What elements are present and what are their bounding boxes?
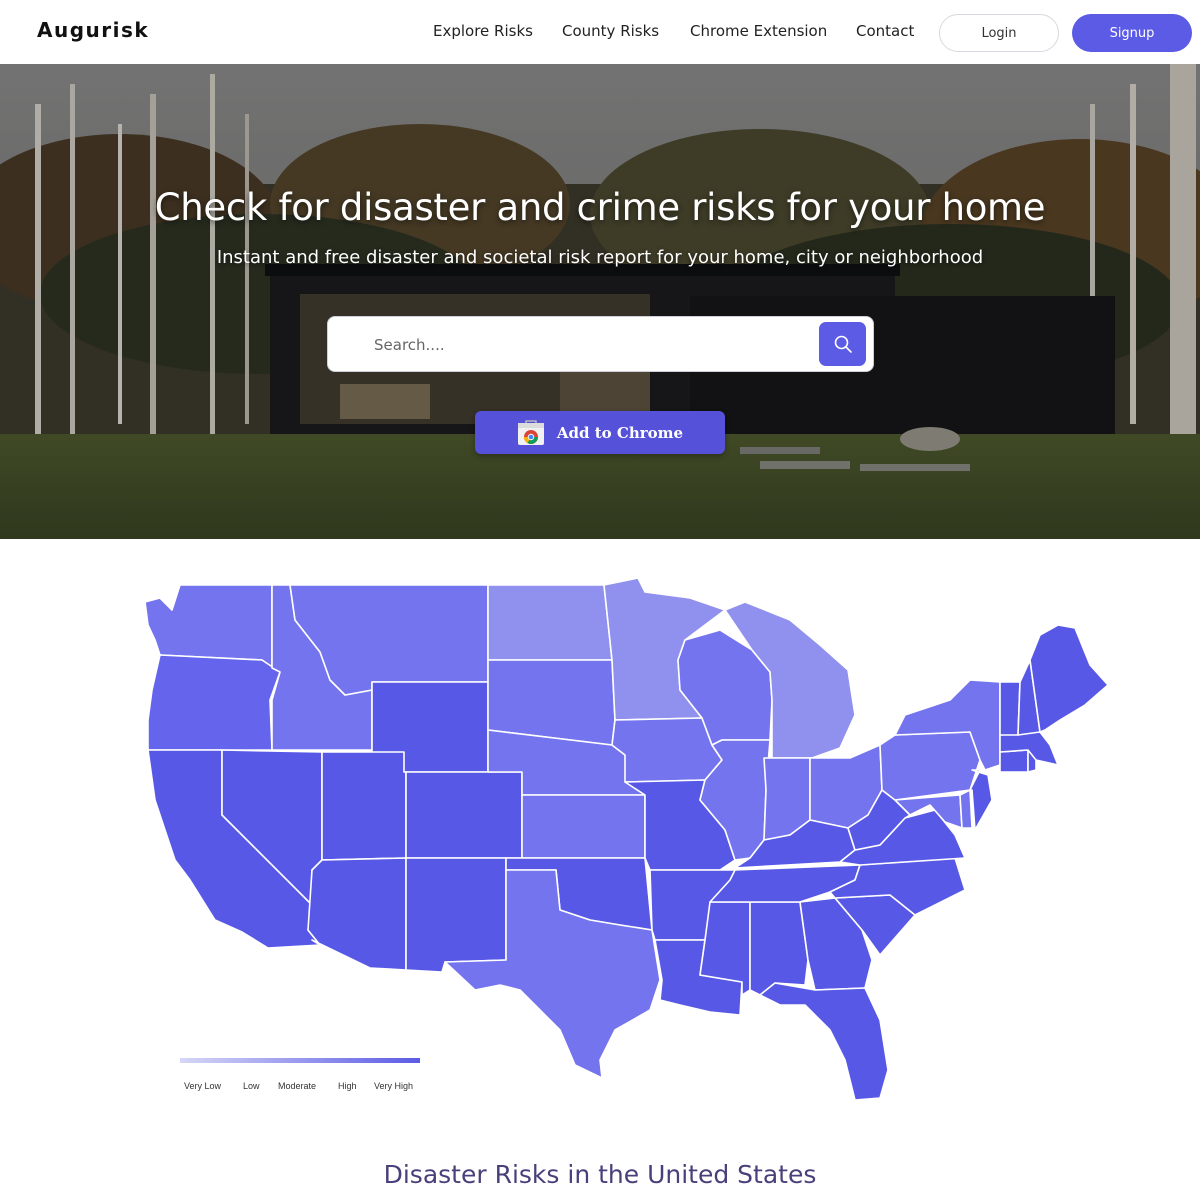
state-alabama[interactable]: [749, 901, 809, 996]
state-oregon[interactable]: [147, 654, 281, 751]
search-bar: [327, 316, 874, 372]
login-button[interactable]: Login: [939, 14, 1059, 52]
state-vermont[interactable]: [999, 681, 1021, 736]
search-button[interactable]: [819, 322, 866, 366]
state-kansas[interactable]: [521, 794, 646, 859]
state-pennsylvania[interactable]: [879, 731, 981, 801]
state-arizona[interactable]: [307, 857, 407, 971]
hero-title: Check for disaster and crime risks for y…: [154, 186, 1046, 229]
chrome-web-store-icon: [517, 419, 544, 445]
hero-section: Check for disaster and crime risks for y…: [0, 64, 1200, 539]
state-colorado[interactable]: [405, 771, 523, 859]
site-logo[interactable]: Augurisk: [37, 18, 149, 42]
state-new-mexico[interactable]: [405, 857, 507, 973]
search-input[interactable]: [372, 331, 796, 359]
nav-contact[interactable]: Contact: [856, 22, 914, 40]
hero-subtitle: Instant and free disaster and societal r…: [216, 247, 984, 268]
section-title: Disaster Risks in the United States: [383, 1160, 817, 1189]
add-to-chrome-button[interactable]: Add to Chrome: [475, 411, 725, 454]
state-florida[interactable]: [759, 982, 889, 1101]
legend-label-moderate: Moderate: [278, 1081, 317, 1091]
signup-button[interactable]: Signup: [1072, 14, 1192, 52]
site-header: Augurisk Explore Risks County Risks Chro…: [0, 0, 1200, 64]
nav-county-risks[interactable]: County Risks: [562, 22, 659, 40]
legend-label-low: Low: [243, 1081, 260, 1091]
state-utah[interactable]: [321, 751, 407, 861]
state-delaware[interactable]: [959, 789, 973, 829]
state-connecticut[interactable]: [999, 749, 1029, 773]
add-to-chrome-label: Add to Chrome: [556, 423, 684, 442]
state-north-dakota[interactable]: [487, 584, 613, 661]
nav-chrome-extension[interactable]: Chrome Extension: [690, 22, 827, 40]
state-maine[interactable]: [1029, 624, 1109, 733]
hero-background-image: [0, 64, 1200, 539]
legend-label-very-low: Very Low: [184, 1081, 222, 1091]
nav-explore-risks[interactable]: Explore Risks: [433, 22, 533, 40]
legend-label-high: High: [338, 1081, 357, 1091]
us-risk-map: [144, 577, 1109, 1101]
legend-label-very-high: Very High: [374, 1081, 414, 1091]
risk-legend-gradient: [180, 1058, 420, 1063]
search-icon: [834, 335, 852, 353]
